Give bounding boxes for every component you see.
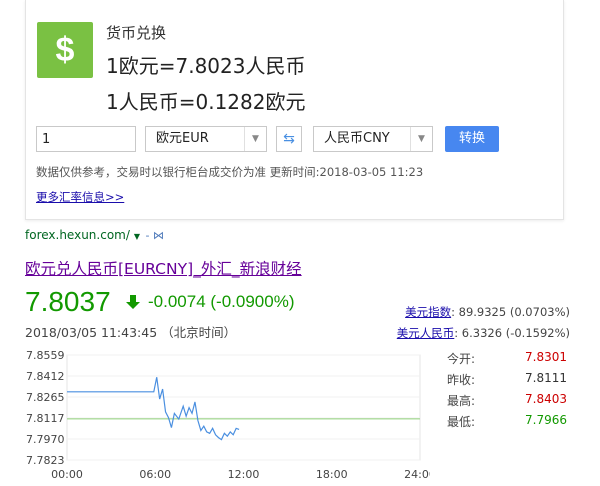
y-tick-label: 7.8412 xyxy=(26,370,65,383)
x-tick-label: 18:00 xyxy=(316,468,348,481)
x-tick-label: 12:00 xyxy=(228,468,260,481)
usd-cny-link[interactable]: 美元人民币 xyxy=(397,326,455,340)
quote-stats: 今开: 7.8301 昨收: 7.8111 最高: 7.8403 最低: 7.7966 xyxy=(447,350,567,434)
convert-button[interactable]: 转换 xyxy=(445,126,499,152)
stat-row: 今开: 7.8301 xyxy=(447,350,567,371)
price-series-line xyxy=(67,377,240,441)
stat-value: 7.8111 xyxy=(525,371,567,385)
y-tick-label: 7.8265 xyxy=(26,391,65,404)
price-change: -0.0074 (-0.0900%) xyxy=(148,292,295,311)
swap-arrows-icon: ⇆ xyxy=(283,131,295,147)
stat-label: 最高: xyxy=(447,394,476,408)
stat-label: 最低: xyxy=(447,415,476,429)
dollar-icon: $ xyxy=(37,22,93,78)
chevron-down-icon: ▼ xyxy=(410,127,432,151)
arrow-down-icon xyxy=(126,295,140,309)
dollar-index-row: 美元指数: 89.9325 (0.0703%) xyxy=(405,305,570,319)
stat-row: 最高: 7.8403 xyxy=(447,392,567,413)
stat-label: 今开: xyxy=(447,352,476,366)
y-tick-label: 7.8117 xyxy=(26,412,65,425)
to-currency-select[interactable]: 人民币CNY ▼ xyxy=(313,126,433,152)
intraday-chart: 7.8559 7.8412 7.8265 7.8117 7.7970 7.782300:0… xyxy=(26,349,430,481)
x-tick-label: 00:00 xyxy=(51,468,83,481)
dollar-index-link[interactable]: 美元指数 xyxy=(405,305,451,319)
currency-converter-card: $ 货币兑换 1欧元=7.8023人民币 1人民币=0.1282欧元 欧元EUR… xyxy=(25,0,564,220)
current-price: 7.8037 xyxy=(25,286,111,317)
y-tick-label: 7.7970 xyxy=(26,433,65,446)
rate-line-eur-cny: 1欧元=7.8023人民币 xyxy=(106,54,306,78)
more-rates-link[interactable]: 更多汇率信息>> xyxy=(36,189,124,205)
stat-row: 昨收: 7.8111 xyxy=(447,371,567,392)
disclaimer-text: 数据仅供参考，交易时以银行柜台成交价为准 更新时间:2018-03-05 11:… xyxy=(36,165,424,179)
result-source-url[interactable]: forex.hexun.com/▼ - ⋈ xyxy=(25,228,164,242)
from-currency-select[interactable]: 欧元EUR ▼ xyxy=(145,126,267,152)
converter-title: 货币兑换 xyxy=(106,24,167,42)
swap-button[interactable]: ⇆ xyxy=(276,126,302,152)
stat-value: 7.8403 xyxy=(525,392,567,406)
result-title-link[interactable]: 欧元兑人民币[EURCNY]_外汇_新浪财经 xyxy=(25,257,302,279)
usd-cny-row: 美元人民币: 6.3326 (-0.1592%) xyxy=(396,326,570,340)
x-tick-label: 24:00 xyxy=(404,468,430,481)
y-tick-label: 7.8559 xyxy=(26,349,65,362)
amount-input[interactable] xyxy=(36,126,136,152)
y-tick-label: 7.7823 xyxy=(26,454,65,467)
rate-line-cny-eur: 1人民币=0.1282欧元 xyxy=(106,90,306,114)
x-tick-label: 06:00 xyxy=(139,468,171,481)
chevron-down-icon: ▼ xyxy=(244,127,266,151)
stat-label: 昨收: xyxy=(447,373,476,387)
chart-frame xyxy=(66,354,421,461)
stat-value: 7.7966 xyxy=(525,413,567,427)
caret-down-icon[interactable]: ▼ xyxy=(134,232,140,241)
quote-timestamp: 2018/03/05 11:43:45 （北京时间） xyxy=(25,325,237,340)
share-icon[interactable]: - ⋈ xyxy=(142,229,164,242)
stat-value: 7.8301 xyxy=(525,350,567,364)
stat-row: 最低: 7.7966 xyxy=(447,413,567,434)
